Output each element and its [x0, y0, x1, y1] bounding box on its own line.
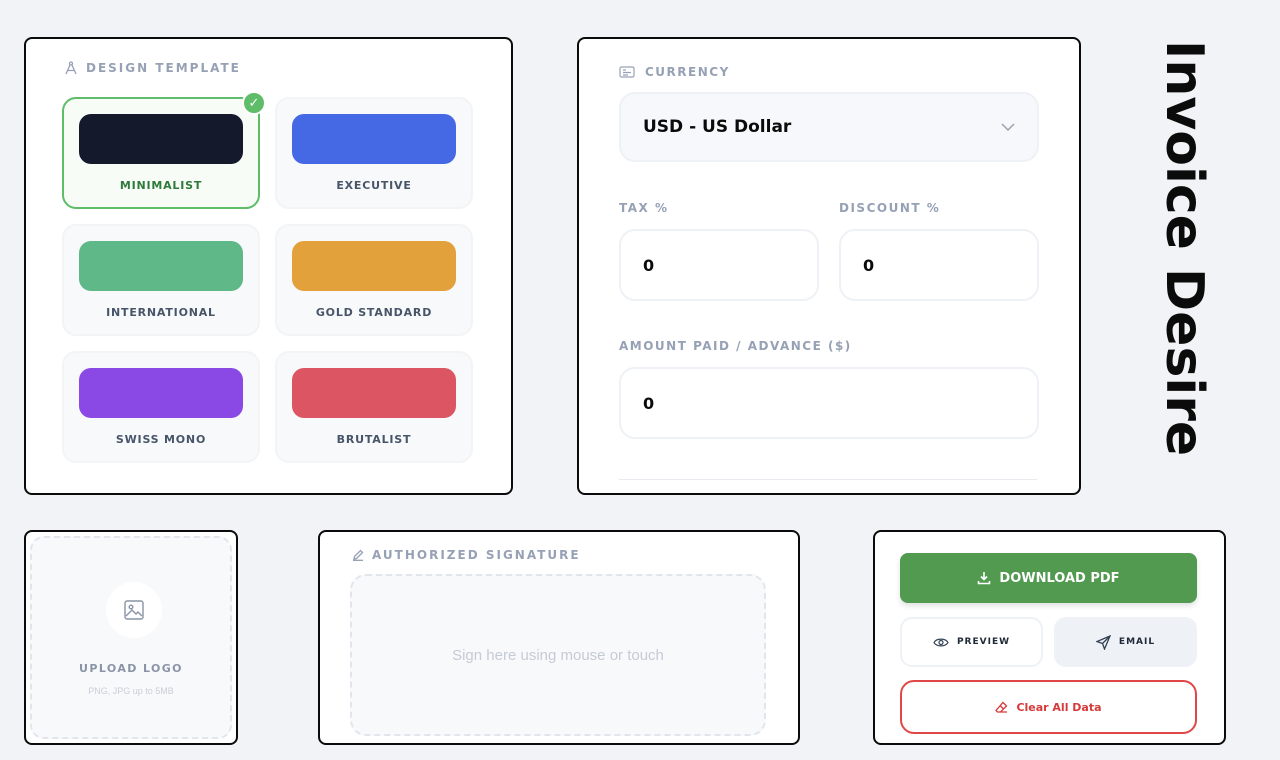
design-template-title: DESIGN TEMPLATE: [86, 61, 241, 75]
discount-label: DISCOUNT %: [839, 201, 941, 215]
currency-select[interactable]: USD - US Dollar: [619, 92, 1039, 162]
eye-icon: [933, 638, 949, 646]
upload-logo-label: UPLOAD LOGO: [79, 662, 183, 675]
signature-pad[interactable]: Sign here using mouse or touch: [350, 574, 766, 736]
template-swatch: [79, 241, 243, 291]
upload-logo-hint: PNG, JPG up to 5MB: [88, 686, 174, 696]
download-pdf-label: DOWNLOAD PDF: [999, 570, 1120, 586]
tax-label: TAX %: [619, 201, 669, 215]
actions-panel: DOWNLOAD PDF PREVIEW EMAIL Clear All Dat…: [873, 530, 1226, 745]
email-button[interactable]: EMAIL: [1054, 617, 1197, 667]
amount-paid-value: 0: [643, 393, 655, 413]
discount-input[interactable]: 0: [839, 229, 1039, 301]
template-name: EXECUTIVE: [336, 179, 412, 192]
app-title: Invoice Desire: [1154, 40, 1214, 457]
design-template-header: DESIGN TEMPLATE: [64, 61, 241, 75]
signature-title: AUTHORIZED SIGNATURE: [372, 548, 581, 562]
template-swatch: [292, 241, 456, 291]
template-name: SWISS MONO: [115, 433, 207, 446]
app-title-container: Invoice Desire: [1154, 40, 1214, 500]
template-swatch: [292, 114, 456, 164]
signature-placeholder: Sign here using mouse or touch: [452, 646, 664, 664]
logo-upload-panel: UPLOAD LOGO PNG, JPG up to 5MB: [24, 530, 238, 745]
template-card-swiss-mono[interactable]: SWISS MONO: [62, 351, 260, 463]
divider: [619, 479, 1037, 480]
email-label: EMAIL: [1118, 637, 1156, 647]
currency-header: CURRENCY: [619, 65, 730, 79]
compass-icon: [65, 61, 77, 75]
template-name: MINIMALIST: [119, 179, 203, 192]
template-card-international[interactable]: INTERNATIONAL: [62, 224, 260, 336]
preview-label: PREVIEW: [956, 637, 1011, 647]
currency-value: USD - US Dollar: [643, 117, 792, 137]
chevron-down-icon: [1001, 123, 1015, 131]
signature-panel: AUTHORIZED SIGNATURE Sign here using mou…: [318, 530, 800, 745]
template-card-executive[interactable]: EXECUTIVE: [275, 97, 473, 209]
design-template-panel: DESIGN TEMPLATE MINIMALIST ✓ EXECUTIVE I…: [24, 37, 513, 495]
template-card-gold-standard[interactable]: GOLD STANDARD: [275, 224, 473, 336]
preview-button[interactable]: PREVIEW: [900, 617, 1043, 667]
logo-dropzone[interactable]: UPLOAD LOGO PNG, JPG up to 5MB: [30, 536, 232, 739]
pen-icon: [353, 549, 364, 561]
tax-input[interactable]: 0: [619, 229, 819, 301]
signature-header: AUTHORIZED SIGNATURE: [352, 548, 581, 562]
template-name: GOLD STANDARD: [315, 306, 433, 319]
template-name: BRUTALIST: [336, 433, 412, 446]
download-icon: [978, 572, 991, 585]
amount-paid-label: AMOUNT PAID / ADVANCE ($): [619, 339, 852, 353]
clear-all-data-label: Clear All Data: [1016, 700, 1102, 714]
tax-value: 0: [643, 255, 655, 275]
currency-label: CURRENCY: [645, 65, 730, 79]
currency-panel: CURRENCY USD - US Dollar TAX % 0 DISCOUN…: [577, 37, 1081, 495]
amount-paid-input[interactable]: 0: [619, 367, 1039, 439]
discount-value: 0: [863, 255, 875, 275]
check-icon: ✓: [242, 91, 266, 115]
clear-all-data-button[interactable]: Clear All Data: [900, 680, 1197, 734]
template-swatch: [79, 114, 243, 164]
send-icon: [1095, 634, 1111, 650]
template-swatch: [292, 368, 456, 418]
eraser-icon: [995, 701, 1008, 713]
template-card-brutalist[interactable]: BRUTALIST: [275, 351, 473, 463]
template-swatch: [79, 368, 243, 418]
download-pdf-button[interactable]: DOWNLOAD PDF: [900, 553, 1197, 603]
template-name: INTERNATIONAL: [106, 306, 216, 319]
banknote-icon: [619, 66, 635, 78]
template-card-minimalist[interactable]: MINIMALIST ✓: [62, 91, 266, 209]
image-icon: [106, 582, 162, 638]
